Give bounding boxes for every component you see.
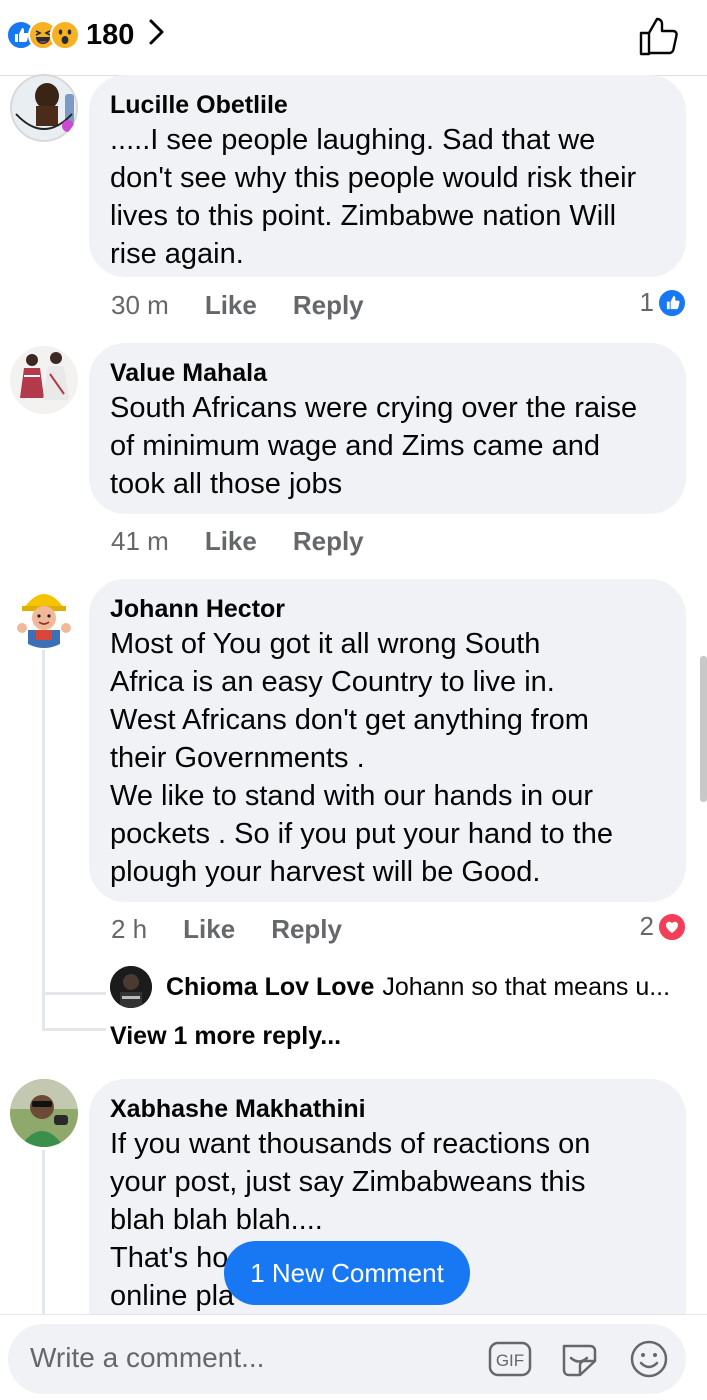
like-button[interactable]: Like bbox=[183, 914, 235, 945]
comment-author[interactable]: Johann Hector bbox=[110, 593, 664, 625]
comment-composer[interactable]: Write a comment... GIF bbox=[8, 1324, 686, 1394]
thread-line bbox=[42, 992, 106, 995]
reply-button[interactable]: Reply bbox=[293, 526, 364, 557]
comment-author[interactable]: Value Mahala bbox=[110, 357, 664, 389]
thread-line bbox=[42, 650, 45, 1030]
thumbs-up-icon[interactable] bbox=[637, 14, 681, 58]
comment-text: Most of You got it all wrong South Afric… bbox=[110, 628, 613, 888]
sticker-icon[interactable] bbox=[558, 1338, 600, 1380]
wow-icon bbox=[50, 20, 80, 50]
comment-author[interactable]: Xabhashe Makhathini bbox=[110, 1093, 664, 1125]
avatar[interactable] bbox=[10, 1079, 78, 1147]
like-icon bbox=[657, 287, 687, 318]
gif-label: GIF bbox=[496, 1351, 524, 1370]
comment-text: South Africans were crying over the rais… bbox=[110, 392, 638, 500]
view-more-replies[interactable]: View 1 more reply... bbox=[110, 1022, 341, 1051]
like-button[interactable]: Like bbox=[205, 526, 257, 557]
comment-time[interactable]: 30 m bbox=[111, 290, 169, 321]
reply-button[interactable]: Reply bbox=[293, 290, 364, 321]
comment-time[interactable]: 2 h bbox=[111, 914, 147, 945]
thread-line bbox=[42, 1028, 106, 1031]
new-comment-button[interactable]: 1 New Comment bbox=[224, 1241, 470, 1305]
reaction-total: 180 bbox=[86, 18, 135, 51]
reaction-count: 2 bbox=[639, 911, 654, 941]
comment-actions: 2 h Like Reply bbox=[111, 914, 378, 945]
reactions-header: 180 bbox=[0, 0, 707, 76]
comment-bubble[interactable]: Johann Hector Most of You got it all wro… bbox=[89, 579, 686, 902]
emoji-icon[interactable] bbox=[628, 1338, 670, 1380]
chevron-right-icon[interactable] bbox=[148, 18, 166, 52]
comment-reactions[interactable]: 1 bbox=[640, 287, 687, 318]
avatar[interactable] bbox=[110, 966, 152, 1008]
comment-text: .....I see people laughing. Sad that we … bbox=[110, 124, 637, 270]
reactions-summary[interactable]: 180 bbox=[6, 18, 166, 52]
reaction-count: 1 bbox=[639, 287, 654, 317]
comment-input[interactable]: Write a comment... bbox=[30, 1342, 264, 1374]
comment-reactions[interactable]: 2 bbox=[640, 911, 687, 942]
comment-bubble[interactable]: Value Mahala South Africans were crying … bbox=[89, 343, 686, 514]
reply-text: Johann so that means u... bbox=[382, 972, 671, 1001]
love-icon bbox=[657, 911, 687, 942]
reply-author[interactable]: Chioma Lov Love bbox=[166, 973, 374, 1002]
comment-author[interactable]: Lucille Obetlile bbox=[110, 89, 664, 121]
avatar[interactable] bbox=[10, 580, 78, 648]
reply-preview[interactable]: Chioma Lov Love Johann so that means u..… bbox=[110, 966, 690, 1008]
like-button[interactable]: Like bbox=[205, 290, 257, 321]
comment-bubble[interactable]: Lucille Obetlile .....I see people laugh… bbox=[89, 75, 686, 277]
avatar[interactable] bbox=[10, 346, 78, 414]
comment-actions: 30 m Like Reply bbox=[111, 290, 400, 321]
comment-actions: 41 m Like Reply bbox=[111, 526, 400, 557]
reply-button[interactable]: Reply bbox=[271, 914, 342, 945]
scrollbar[interactable] bbox=[700, 656, 707, 802]
comment-time[interactable]: 41 m bbox=[111, 526, 169, 557]
avatar[interactable] bbox=[10, 74, 78, 142]
gif-icon[interactable]: GIF bbox=[488, 1338, 532, 1380]
thread-line bbox=[42, 1150, 45, 1314]
